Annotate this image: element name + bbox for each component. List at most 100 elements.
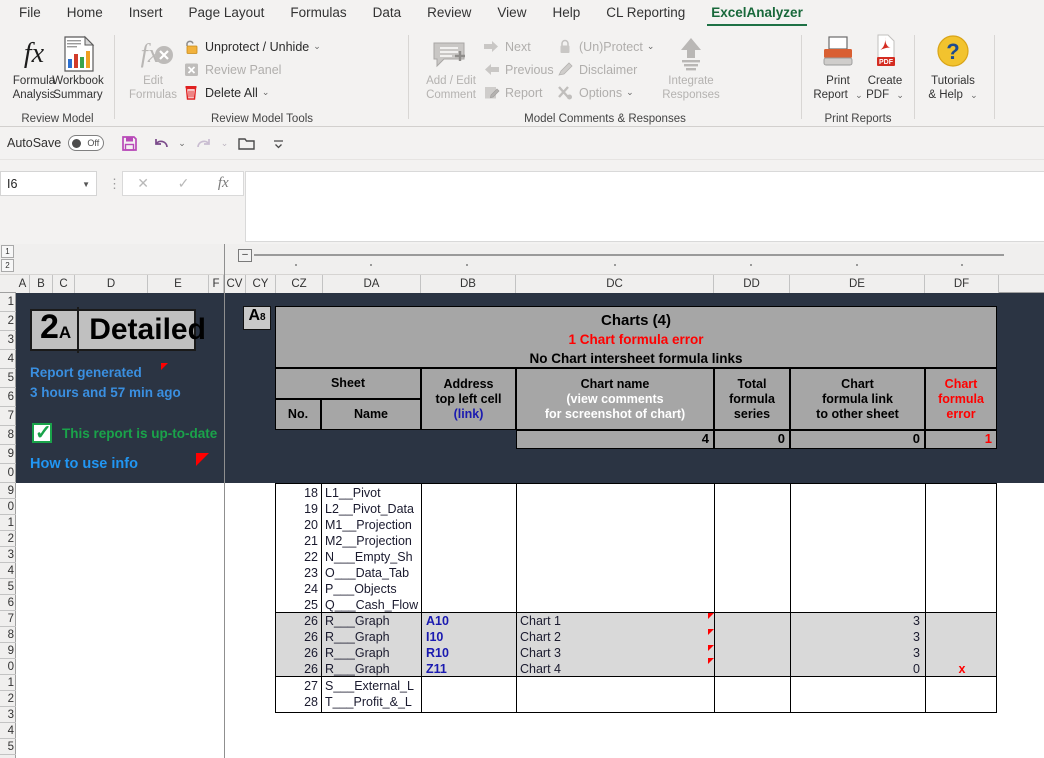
workbook-summary-button[interactable]: Workbook Summary: [45, 33, 111, 102]
column-header-e[interactable]: E: [148, 275, 209, 293]
row-address-9[interactable]: I10: [426, 629, 514, 645]
cancel-formula-icon[interactable]: ✕: [137, 175, 149, 192]
row-header-6[interactable]: 6: [0, 388, 16, 407]
report-button[interactable]: Report: [482, 82, 543, 103]
outline-collapse-button[interactable]: –: [238, 249, 252, 262]
row-header-s1[interactable]: 9: [0, 483, 16, 499]
integrate-responses-button[interactable]: Integrate Responses: [658, 33, 724, 102]
row-header-s17[interactable]: 5: [0, 739, 16, 755]
row-header-1[interactable]: 1: [0, 293, 16, 312]
row-header-9[interactable]: 9: [0, 445, 16, 464]
tab-review[interactable]: Review: [414, 0, 484, 26]
insert-function-icon[interactable]: fx: [218, 175, 229, 192]
row-header-s8[interactable]: 6: [0, 595, 16, 611]
row-header-8[interactable]: 8: [0, 426, 16, 445]
row-header-s4[interactable]: 2: [0, 531, 16, 547]
name-box-chevron-icon[interactable]: ▼: [82, 180, 90, 189]
chevron-down-icon-4[interactable]: ⌄: [626, 87, 634, 98]
column-header-df[interactable]: DF: [925, 275, 999, 293]
column-header-cy[interactable]: CY: [246, 275, 276, 293]
chevron-down-icon-3[interactable]: ⌄: [647, 41, 655, 52]
comment-flag-how-to-use[interactable]: [196, 453, 209, 466]
header-address-link[interactable]: (link): [454, 407, 484, 422]
tab-view[interactable]: View: [484, 0, 539, 26]
column-header-d[interactable]: D: [75, 275, 148, 293]
tab-insert[interactable]: Insert: [116, 0, 176, 26]
name-box[interactable]: I6 ▼: [0, 171, 97, 196]
column-header-da[interactable]: DA: [323, 275, 421, 293]
column-header-dc[interactable]: DC: [516, 275, 714, 293]
autosave-toggle[interactable]: Off: [68, 135, 105, 151]
outline-level-1[interactable]: 1: [1, 245, 14, 258]
row-header-3[interactable]: 3: [0, 331, 16, 350]
previous-button[interactable]: Previous: [482, 59, 554, 80]
outline-level-2[interactable]: 2: [1, 259, 14, 272]
tutorials-help-button[interactable]: ? Tutorials & Help ⌄: [920, 33, 986, 102]
column-header-de[interactable]: DE: [790, 275, 925, 293]
unprotect-unhide-button[interactable]: Unprotect / Unhide ⌄: [182, 36, 321, 57]
row-header-s7[interactable]: 5: [0, 579, 16, 595]
tab-file[interactable]: File: [6, 0, 54, 26]
row-header-s11[interactable]: 9: [0, 643, 16, 659]
row-header-s13[interactable]: 1: [0, 675, 16, 691]
column-header-db[interactable]: DB: [421, 275, 516, 293]
how-to-use-link[interactable]: How to use info: [30, 456, 138, 472]
column-header-c[interactable]: C: [53, 275, 75, 293]
confirm-formula-icon[interactable]: ✓: [178, 175, 190, 192]
comment-flag-chart-2[interactable]: [708, 629, 714, 635]
chevron-down-icon-6[interactable]: ⌄: [896, 90, 904, 100]
chevron-down-icon-2[interactable]: ⌄: [262, 87, 270, 98]
delete-all-button[interactable]: Delete All ⌄: [182, 82, 269, 103]
tab-data[interactable]: Data: [360, 0, 415, 26]
formula-bar-handle[interactable]: ⋮: [108, 176, 121, 192]
tab-cl-reporting[interactable]: CL Reporting: [593, 0, 698, 26]
row-header-7[interactable]: 7: [0, 407, 16, 426]
next-button[interactable]: Next: [482, 36, 531, 57]
row-header-s15[interactable]: 3: [0, 707, 16, 723]
row-header-s3[interactable]: 1: [0, 515, 16, 531]
add-edit-comment-button[interactable]: Add / Edit Comment: [418, 33, 484, 102]
row-header-s9[interactable]: 7: [0, 611, 16, 627]
formula-input[interactable]: [245, 171, 1044, 242]
row-header-5[interactable]: 5: [0, 369, 16, 388]
comment-flag-report-generated[interactable]: [161, 363, 168, 370]
tab-home[interactable]: Home: [54, 0, 116, 26]
row-address-11[interactable]: Z11: [426, 661, 514, 677]
comment-flag-chart-1[interactable]: [708, 613, 714, 619]
undo-dropdown-icon[interactable]: ⌄: [178, 138, 186, 149]
row-header-s10[interactable]: 8: [0, 627, 16, 643]
review-panel-button[interactable]: Review Panel: [182, 59, 281, 80]
row-header-4[interactable]: 4: [0, 350, 16, 369]
row-address-8[interactable]: A10: [426, 613, 514, 629]
unprotect-button[interactable]: (Un)Protect ⌄: [556, 36, 654, 57]
chevron-down-icon[interactable]: ⌄: [313, 41, 321, 52]
column-header-a[interactable]: A: [16, 275, 30, 293]
row-header-s5[interactable]: 3: [0, 547, 16, 563]
row-header-s16[interactable]: 4: [0, 723, 16, 739]
row-header-10[interactable]: 0: [0, 464, 16, 483]
column-header-f[interactable]: F: [209, 275, 224, 293]
row-header-s12[interactable]: 0: [0, 659, 16, 675]
column-header-dd[interactable]: DD: [714, 275, 790, 293]
row-header-s2[interactable]: 0: [0, 499, 16, 515]
customize-qat-button[interactable]: [265, 131, 291, 155]
redo-dropdown-icon[interactable]: ⌄: [221, 138, 229, 149]
column-header-b[interactable]: B: [30, 275, 53, 293]
comment-flag-chart-3[interactable]: [708, 645, 714, 651]
options-button[interactable]: Options ⌄: [556, 82, 634, 103]
comment-flag-chart-4[interactable]: [708, 658, 714, 664]
disclaimer-button[interactable]: Disclaimer: [556, 59, 637, 80]
chevron-down-icon-7[interactable]: ⌄: [970, 90, 978, 100]
tab-page-layout[interactable]: Page Layout: [176, 0, 278, 26]
column-header-cv[interactable]: CV: [224, 275, 246, 293]
column-header-cz[interactable]: CZ: [276, 275, 323, 293]
tab-formulas[interactable]: Formulas: [277, 0, 359, 26]
save-button[interactable]: [116, 131, 142, 155]
undo-button[interactable]: [148, 131, 174, 155]
row-address-10[interactable]: R10: [426, 645, 514, 661]
row-header-s6[interactable]: 4: [0, 563, 16, 579]
tab-help[interactable]: Help: [539, 0, 593, 26]
row-header-2[interactable]: 2: [0, 312, 16, 331]
tab-excelanalyzer[interactable]: ExcelAnalyzer: [698, 0, 816, 26]
create-pdf-button[interactable]: PDF Create PDF ⌄: [852, 33, 918, 102]
